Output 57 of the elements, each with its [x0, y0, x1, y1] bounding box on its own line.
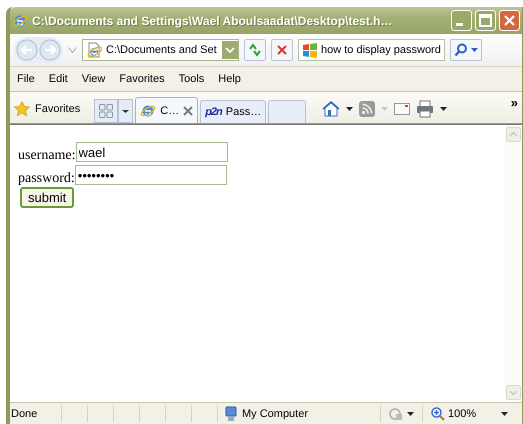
more-tools-button[interactable]: »	[510, 95, 518, 110]
search-field[interactable]: how to display password	[298, 39, 445, 61]
printer-icon[interactable]	[416, 100, 434, 118]
zoom-icon	[431, 406, 445, 420]
site-logo: p2n	[205, 106, 222, 118]
feed-icon[interactable]	[359, 101, 376, 117]
stop-button[interactable]	[271, 39, 293, 61]
page-icon	[86, 42, 102, 58]
minimize-button[interactable]	[451, 10, 472, 31]
input-field[interactable]: ••••••••	[74, 165, 227, 185]
field-label: username:	[18, 148, 76, 164]
mail-icon[interactable]	[394, 103, 410, 115]
close-button[interactable]	[499, 10, 520, 31]
star-icon	[14, 101, 30, 117]
maximize-button[interactable]	[475, 10, 496, 31]
favorites-button[interactable]: Favorites	[14, 95, 80, 123]
menu-item[interactable]: View	[82, 73, 106, 85]
window-title: C:\Documents and Settings\Wael Aboulsaadat\Desktop\test.h…	[32, 14, 394, 28]
browser-icon	[12, 12, 28, 28]
caret-icon	[470, 48, 478, 52]
windows-logo-icon	[302, 42, 318, 58]
caret-icon	[501, 412, 508, 416]
refresh-button[interactable]	[244, 39, 266, 61]
caret-icon[interactable]	[346, 107, 354, 111]
forward-icon[interactable]	[39, 39, 61, 61]
grid-icon	[99, 104, 114, 118]
caret-icon[interactable]	[440, 107, 448, 111]
status-text: Done	[10, 408, 38, 420]
zone-indicator: My Computer	[217, 405, 380, 422]
dropdown-button[interactable]	[222, 41, 238, 59]
submit-button[interactable]: submit	[20, 187, 74, 208]
field-label: password:	[18, 171, 75, 187]
tab[interactable]: C…	[135, 97, 198, 123]
home-icon[interactable]	[322, 101, 340, 117]
scroll-down-button[interactable]	[506, 385, 521, 400]
scroll-up-button[interactable]	[506, 127, 521, 142]
zoom-button[interactable]: 100%	[422, 405, 514, 422]
back-icon[interactable]	[16, 39, 38, 61]
menu-item[interactable]: Tools	[178, 73, 204, 85]
address-field[interactable]: C:\Documents and Set	[82, 39, 239, 61]
menu-item[interactable]: Favorites	[119, 73, 165, 85]
menu-item[interactable]: Edit	[48, 73, 68, 85]
menu-item[interactable]: File	[17, 73, 35, 85]
search-button[interactable]	[450, 39, 482, 61]
close-icon[interactable]	[183, 106, 194, 116]
input-field[interactable]: wael	[76, 142, 228, 162]
caret-icon	[381, 107, 388, 111]
new-tab-button[interactable]	[268, 100, 306, 123]
tab[interactable]: p2n Pass…	[200, 100, 266, 123]
globe-lock-icon	[389, 406, 403, 420]
search-icon	[454, 43, 468, 57]
computer-icon	[224, 406, 238, 422]
caret-icon	[407, 412, 414, 416]
browser-icon	[140, 102, 156, 118]
tab-list-button[interactable]	[118, 99, 134, 123]
scrollbar[interactable]	[505, 125, 522, 402]
menu-item[interactable]: Help	[218, 73, 241, 85]
